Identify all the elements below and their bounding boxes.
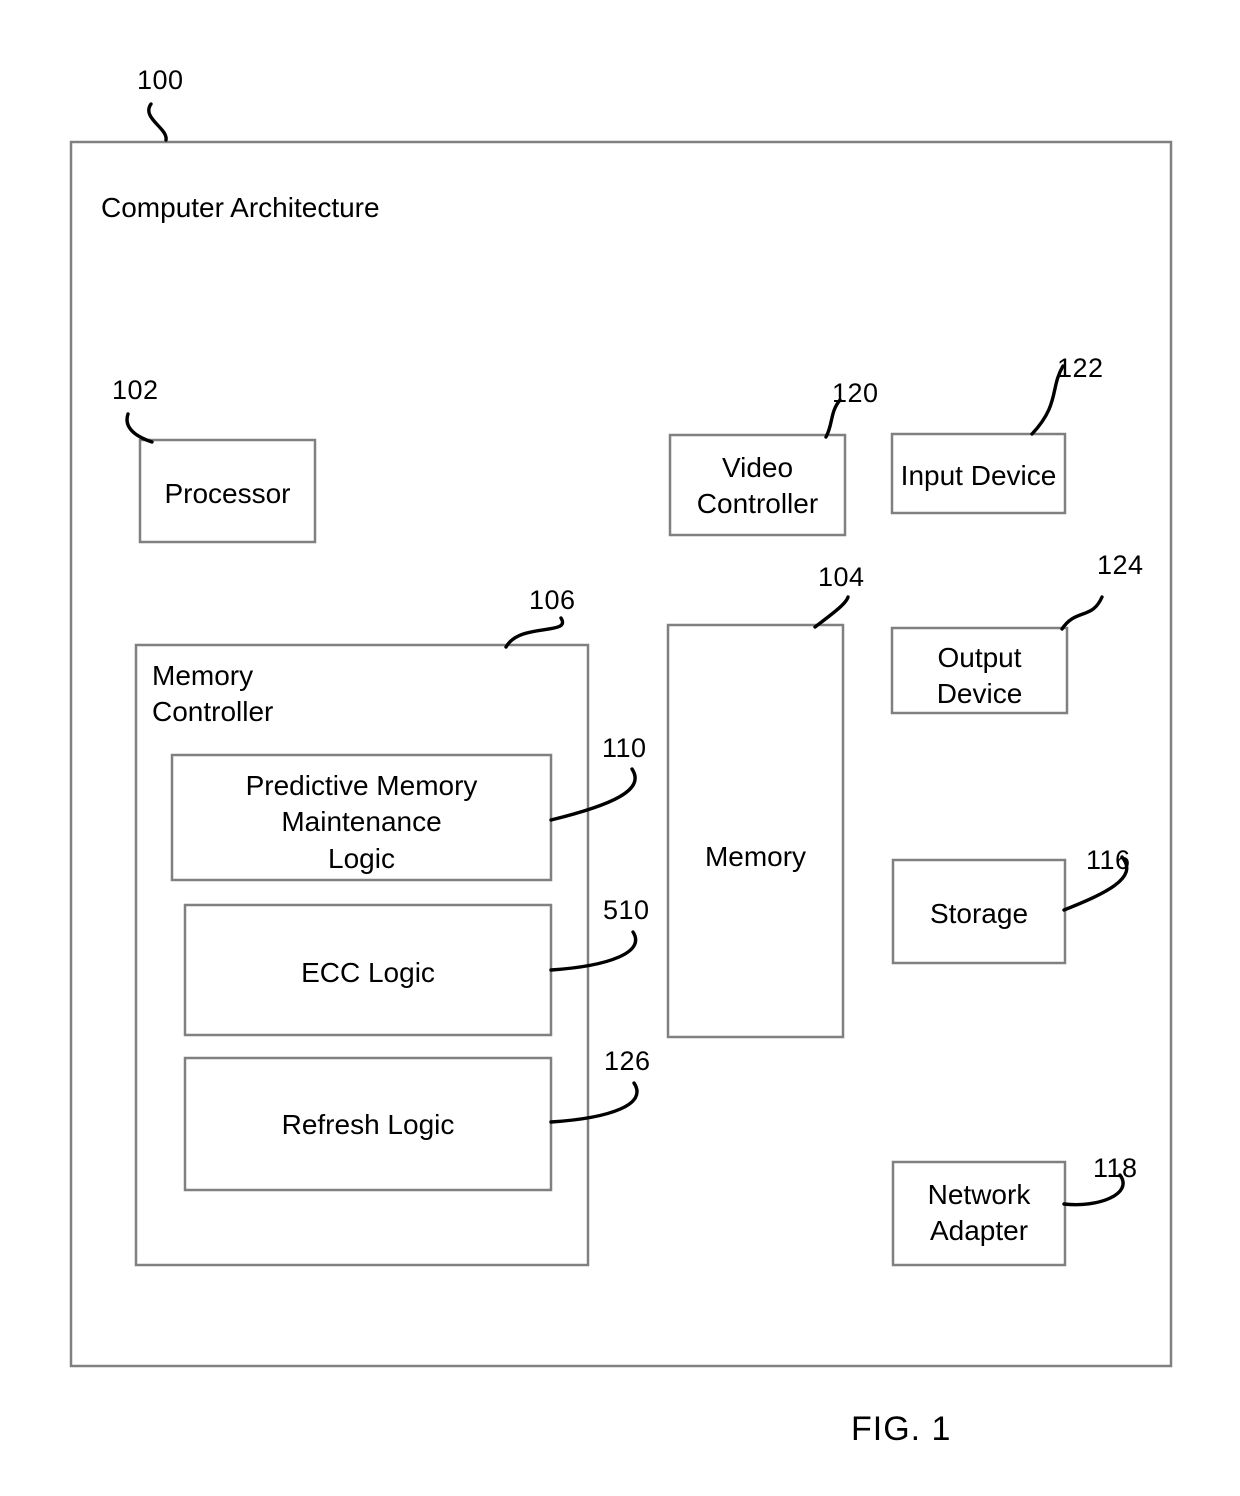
ref-numeral-122: 122 [1057,353,1104,383]
ref-numeral-120: 120 [832,378,879,408]
ref-numeral-110: 110 [602,733,647,763]
video-controller-label: Video Controller [696,452,819,520]
ref-numeral-116: 116 [1086,845,1131,875]
leader-100 [147,102,168,142]
ref-numeral-100: 100 [137,65,184,95]
leader-124 [1060,595,1104,631]
ref-numeral-104: 104 [818,562,865,592]
ref-numeral-126: 126 [604,1046,651,1076]
ref-numeral-124: 124 [1097,550,1144,580]
processor-label: Processor [164,478,291,509]
output-device-label: Output Device [936,642,1023,710]
leader-126 [549,1081,639,1124]
ref-numeral-118: 118 [1093,1153,1138,1183]
ref-numeral-510: 510 [603,895,650,925]
leader-104 [813,595,850,629]
leader-106 [504,616,565,649]
predictive-memory-maintenance-logic-label: Predictive Memory Maintenance Logic [245,770,478,874]
ecc-logic-label: ECC Logic [301,957,435,988]
network-adapter-label: Network Adapter [927,1179,1031,1247]
leader-110 [549,767,637,822]
storage-label: Storage [929,898,1029,929]
input-device-label: Input Device [900,460,1057,491]
ref-numeral-102: 102 [112,375,159,405]
leader-102 [125,412,154,444]
computer-architecture-title: Computer Architecture [101,192,380,223]
memory-controller-label: Memory Controller [152,660,274,728]
figure-caption: FIG. 1 [851,1410,952,1448]
refresh-logic-label: Refresh Logic [281,1109,455,1140]
memory-box [666,623,845,1039]
memory-label: Memory [704,841,807,872]
ref-numeral-106: 106 [529,585,576,615]
leader-510 [549,930,638,972]
patent-figure: Computer Architecture Processor Video Co… [0,0,1240,1496]
